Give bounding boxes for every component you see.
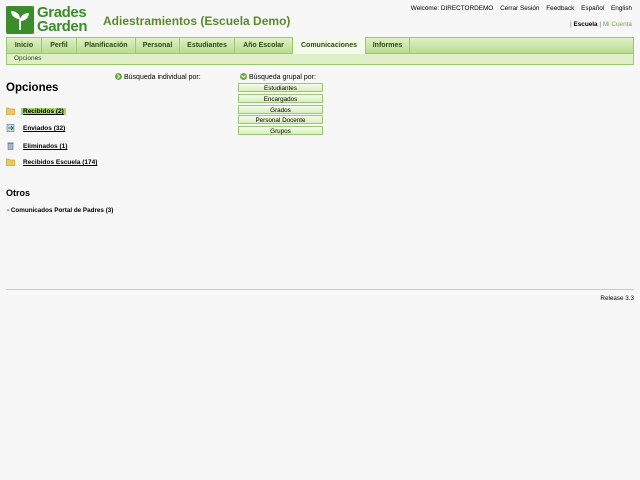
spanish-link[interactable]: Español	[581, 5, 604, 12]
grupal-estudiantes-button[interactable]: Estudiantes	[238, 83, 323, 92]
tab-perfil[interactable]: Perfil	[42, 38, 77, 53]
folder-icon	[6, 158, 15, 166]
escuela-link[interactable]: Escuela	[573, 21, 597, 28]
grupal-grupos-button[interactable]: Grupos	[238, 126, 323, 135]
folder-icon	[6, 107, 15, 115]
sent-icon	[6, 124, 15, 132]
logo-text: Grades Garden	[37, 4, 88, 35]
otros-title: Otros	[6, 188, 31, 198]
trash-icon	[7, 142, 14, 150]
logo-leaf-icon	[6, 6, 34, 34]
page-title: Adiestramientos (Escuela Demo)	[103, 14, 291, 28]
grupal-personal-docente-button[interactable]: Personal Docente	[238, 115, 323, 124]
tab-personal[interactable]: Personal	[136, 38, 180, 53]
tab-comunicaciones[interactable]: Comunicaciones	[293, 37, 366, 54]
busqueda-grupal-toggle[interactable]: Búsqueda grupal por:	[240, 73, 316, 81]
tab-planificacion[interactable]: Planificación	[77, 38, 136, 53]
mi-cuenta-link[interactable]: Mi Cuenta	[603, 21, 632, 28]
logout-link[interactable]: Cerrar Sesión	[500, 5, 539, 12]
feedback-link[interactable]: Feedback	[546, 5, 574, 12]
opciones-title: Opciones	[6, 82, 59, 94]
main-nav: Inicio Perfil Planificación Personal Est…	[6, 37, 634, 54]
expand-right-icon	[115, 73, 122, 80]
welcome-text: Welcome: DIRECTORDEMO	[410, 5, 494, 12]
tab-inicio[interactable]: Inicio	[7, 38, 42, 53]
busqueda-individual-toggle[interactable]: Búsqueda individual por:	[115, 73, 201, 81]
expand-down-icon	[240, 73, 247, 80]
top-links: Welcome: DIRECTORDEMO Cerrar Sesión Feed…	[411, 5, 632, 12]
account-links: | Escuela | Mi Cuenta	[570, 21, 632, 28]
footer-divider	[6, 289, 634, 290]
comunicados-portal-link[interactable]: - Comunicados Portal de Padres (3)	[7, 207, 117, 214]
english-link[interactable]: English	[611, 5, 632, 12]
grupal-encargados-button[interactable]: Encargados	[238, 94, 323, 103]
grupal-grados-button[interactable]: Grados	[238, 105, 323, 114]
subnav-opciones[interactable]: Opciones	[14, 55, 41, 62]
release-text: Release 3.3	[600, 295, 634, 302]
tab-informes[interactable]: Informes	[366, 38, 410, 53]
grades-garden-logo[interactable]: Grades Garden	[6, 4, 94, 36]
tab-estudiantes[interactable]: Estudiantes	[180, 38, 235, 53]
subnav: Opciones	[6, 54, 634, 65]
tab-ano-escolar[interactable]: Año Escolar	[235, 38, 293, 53]
